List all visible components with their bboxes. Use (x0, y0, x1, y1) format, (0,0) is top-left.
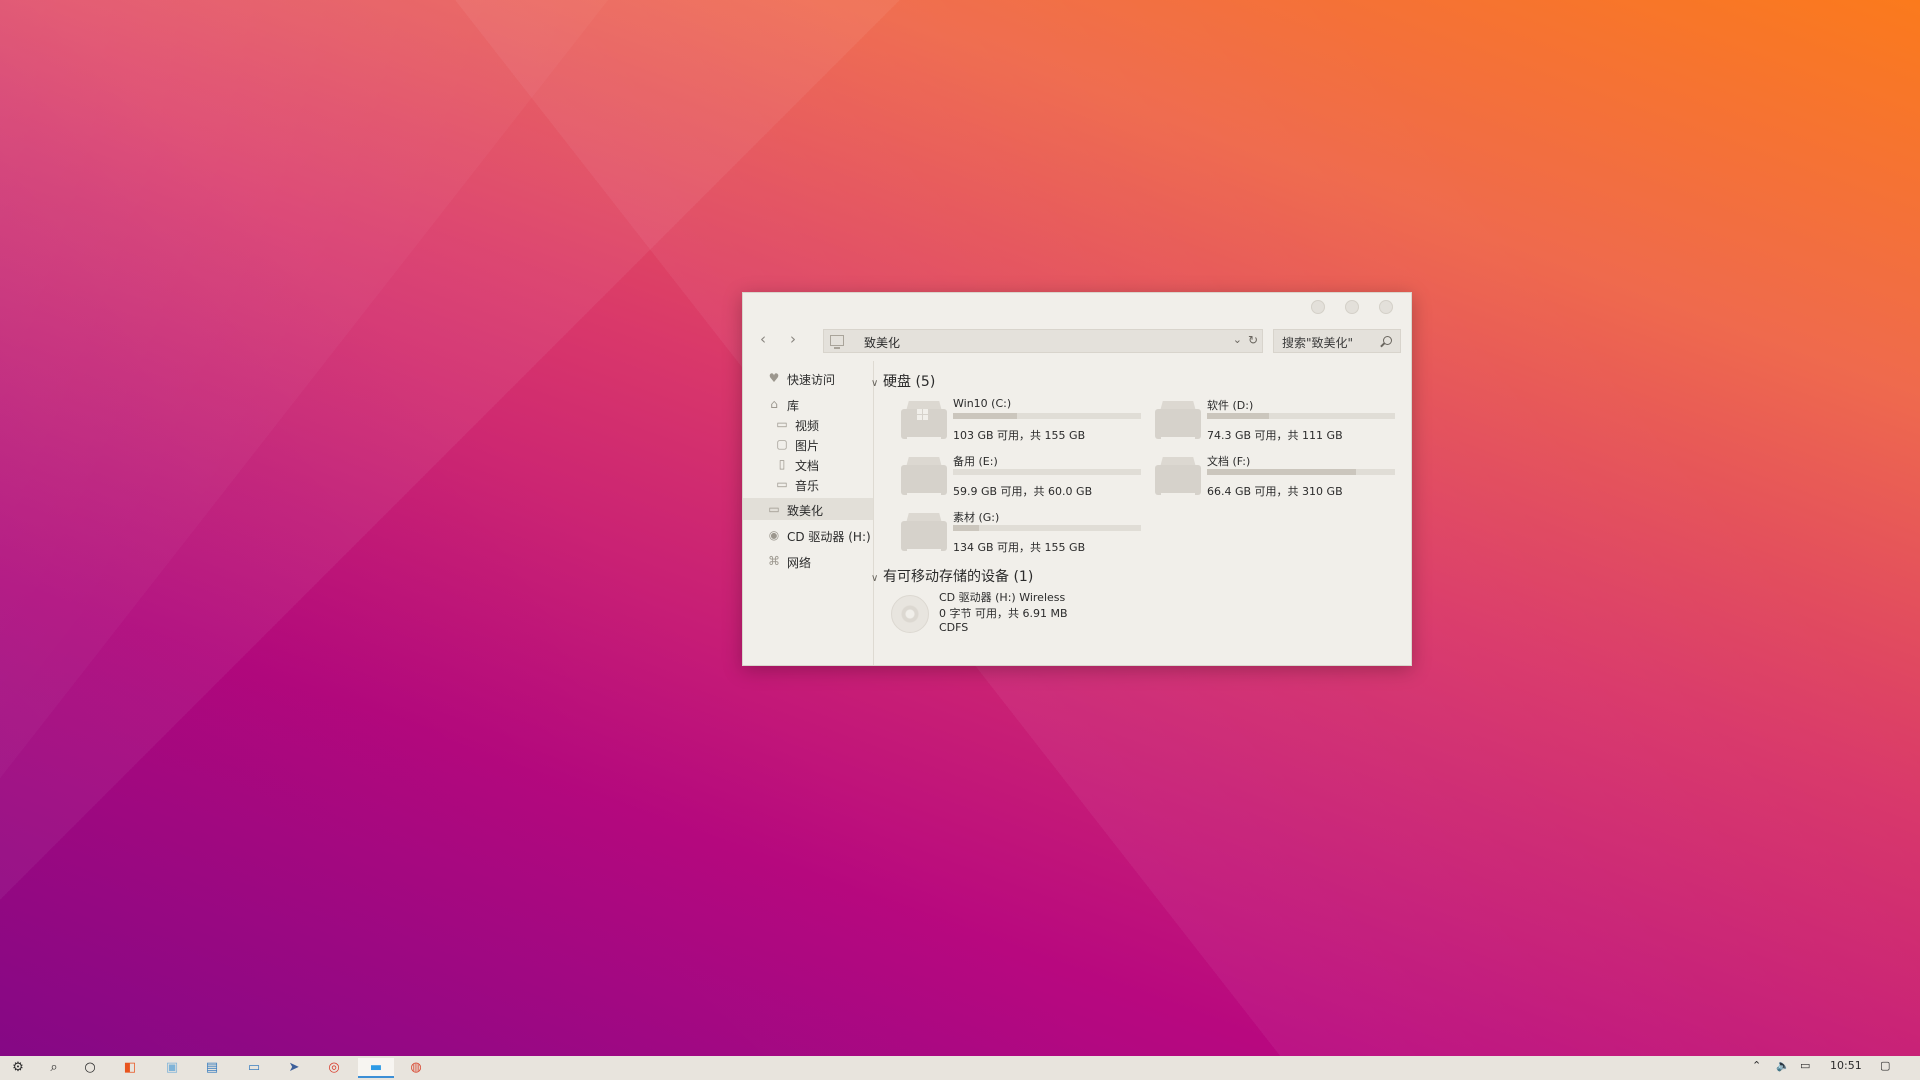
folder-icon: ▭ (776, 477, 788, 491)
sidebar-item-this-pc[interactable]: ▭ 致美化 (743, 498, 873, 520)
office-icon[interactable]: ◧ (118, 1058, 142, 1078)
photoshop-icon[interactable]: ▣ (160, 1058, 184, 1078)
file-explorer-icon[interactable]: ▬ (358, 1058, 394, 1078)
usage-bar (953, 469, 1141, 475)
hard-drive-icon (1155, 457, 1201, 495)
refresh-icon[interactable]: ↻ (1248, 333, 1258, 347)
usage-bar (1207, 469, 1395, 475)
device-space-info: 0 字节 可用，共 6.91 MB (939, 607, 1068, 620)
document-icon: ▯ (778, 457, 786, 471)
drive-f[interactable]: 文档 (F:) 66.4 GB 可用，共 310 GB (1145, 451, 1395, 501)
drive-space-info: 59.9 GB 可用，共 60.0 GB (953, 485, 1093, 498)
sidebar-item-label: 网络 (787, 556, 812, 570)
removable-group-header[interactable]: ∨ 有可移动存储的设备 (1) (871, 566, 1033, 586)
computer-icon: ▭ (768, 502, 780, 516)
sidebar-item-documents[interactable]: ▯ 文档 (743, 453, 873, 475)
cortana-icon[interactable]: ○ (78, 1058, 102, 1078)
address-bar[interactable]: 致美化 ⌄ ↻ (823, 329, 1263, 353)
device-name: CD 驱动器 (H:) Wireless (939, 591, 1066, 604)
hard-drive-icon (901, 401, 947, 439)
notification-icon[interactable]: ▢ (1880, 1059, 1890, 1072)
usage-bar (953, 413, 1141, 419)
chrome-icon[interactable]: ◍ (404, 1058, 428, 1078)
sidebar-item-videos[interactable]: ▭ 视频 (743, 413, 873, 435)
content-pane: ∨ 硬盘 (5) Win10 (C:) 103 GB 可用，共 155 GB 软件… (871, 361, 1411, 665)
folder-icon: ▭ (776, 417, 788, 431)
sidebar-item-label: 致美化 (787, 504, 824, 518)
drive-name: 备用 (E:) (953, 455, 998, 468)
drive-g[interactable]: 素材 (G:) 134 GB 可用，共 155 GB (891, 507, 1141, 557)
sidebar-item-label: 文档 (795, 459, 820, 473)
network-icon[interactable]: ▭ (1800, 1059, 1810, 1072)
hard-disks-group-header[interactable]: ∨ 硬盘 (5) (871, 371, 935, 391)
search-icon (1383, 336, 1392, 345)
sidebar-item-network[interactable]: ⌘ 网络 (743, 550, 873, 572)
search-input[interactable]: 搜索"致美化" (1273, 329, 1401, 353)
drive-space-info: 66.4 GB 可用，共 310 GB (1207, 485, 1343, 498)
device-filesystem: CDFS (939, 621, 969, 634)
hard-drive-icon (901, 513, 947, 551)
drive-name: 软件 (D:) (1207, 399, 1254, 412)
hard-drive-icon (1155, 401, 1201, 439)
heart-icon: ♥ (768, 371, 780, 385)
sidebar-item-quick-access[interactable]: ♥ 快速访问 (743, 367, 873, 389)
drive-c[interactable]: Win10 (C:) 103 GB 可用，共 155 GB (891, 395, 1141, 445)
computer-icon (830, 335, 844, 349)
home-icon: ⌂ (770, 397, 778, 411)
windows-logo-icon (917, 409, 929, 421)
sidebar-item-label: 音乐 (795, 479, 820, 493)
sidebar-item-music[interactable]: ▭ 音乐 (743, 473, 873, 495)
drive-e[interactable]: 备用 (E:) 59.9 GB 可用，共 60.0 GB (891, 451, 1141, 501)
sidebar-item-cd-drive[interactable]: ◉ CD 驱动器 (H:) (743, 524, 873, 546)
drive-name: 素材 (G:) (953, 511, 1000, 524)
cd-drive-h[interactable]: CD 驱动器 (H:) Wireless 0 字节 可用，共 6.91 MB C… (881, 587, 1181, 647)
chevron-down-icon: ∨ (871, 378, 879, 389)
drive-space-info: 74.3 GB 可用，共 111 GB (1207, 429, 1343, 442)
group-title: 有可移动存储的设备 (1) (883, 569, 1034, 585)
maximize-button[interactable] (1345, 300, 1359, 314)
back-button[interactable]: ‹ (753, 329, 773, 349)
usage-bar (1207, 413, 1395, 419)
terminal-icon[interactable]: ▭ (242, 1058, 266, 1078)
drive-space-info: 134 GB 可用，共 155 GB (953, 541, 1086, 554)
drive-d[interactable]: 软件 (D:) 74.3 GB 可用，共 111 GB (1145, 395, 1395, 445)
close-button[interactable] (1379, 300, 1393, 314)
sidebar-item-label: 快速访问 (787, 373, 836, 387)
address-path: 致美化 (864, 336, 901, 350)
drive-name: 文档 (F:) (1207, 455, 1251, 468)
sidebar-item-label: CD 驱动器 (H:) (787, 530, 871, 544)
sidebar-item-library[interactable]: ⌂ 库 (743, 393, 873, 415)
disc-icon (891, 595, 929, 633)
netease-music-icon[interactable]: ◎ (322, 1058, 346, 1078)
title-bar[interactable] (743, 293, 1411, 323)
search-placeholder: 搜索"致美化" (1282, 336, 1354, 350)
network-icon: ⌘ (768, 554, 780, 568)
file-explorer-window: ‹ › 致美化 ⌄ ↻ 搜索"致美化" ♥ 快速访问 ⌂ 库 ▭ 视频 ▢ 图片… (742, 292, 1412, 666)
hard-drive-icon (901, 457, 947, 495)
chevron-down-icon[interactable]: ⌄ (1233, 333, 1242, 346)
taskbar: ⚙ ⌕ ○ ◧ ▣ ▤ ▭ ➤ ◎ ▬ ◍ ⌃ 🔈 ▭ 10:51 ▢ (0, 1056, 1920, 1080)
minimize-button[interactable] (1311, 300, 1325, 314)
start-icon[interactable]: ⚙ (6, 1058, 30, 1078)
usage-bar (953, 525, 1141, 531)
chevron-down-icon: ∨ (871, 573, 879, 584)
sidebar-item-label: 视频 (795, 419, 820, 433)
clock[interactable]: 10:51 (1830, 1059, 1862, 1072)
drive-space-info: 103 GB 可用，共 155 GB (953, 429, 1086, 442)
volume-icon[interactable]: 🔈 (1776, 1059, 1790, 1072)
pictures-icon: ▢ (776, 437, 788, 451)
sidebar-item-pictures[interactable]: ▢ 图片 (743, 433, 873, 455)
sidebar-item-label: 库 (787, 399, 800, 413)
drive-name: Win10 (C:) (953, 397, 1012, 410)
navigation-pane: ♥ 快速访问 ⌂ 库 ▭ 视频 ▢ 图片 ▯ 文档 ▭ 音乐 ▭ 致美化 ◉ C (743, 361, 874, 665)
forward-button[interactable]: › (783, 329, 803, 349)
disc-icon: ◉ (768, 528, 780, 542)
sidebar-item-label: 图片 (795, 439, 820, 453)
group-title: 硬盘 (5) (883, 374, 936, 390)
telegram-icon[interactable]: ➤ (282, 1058, 306, 1078)
search-icon[interactable]: ⌕ (42, 1058, 66, 1078)
chevron-up-icon[interactable]: ⌃ (1752, 1059, 1761, 1072)
notepad-icon[interactable]: ▤ (200, 1058, 224, 1078)
